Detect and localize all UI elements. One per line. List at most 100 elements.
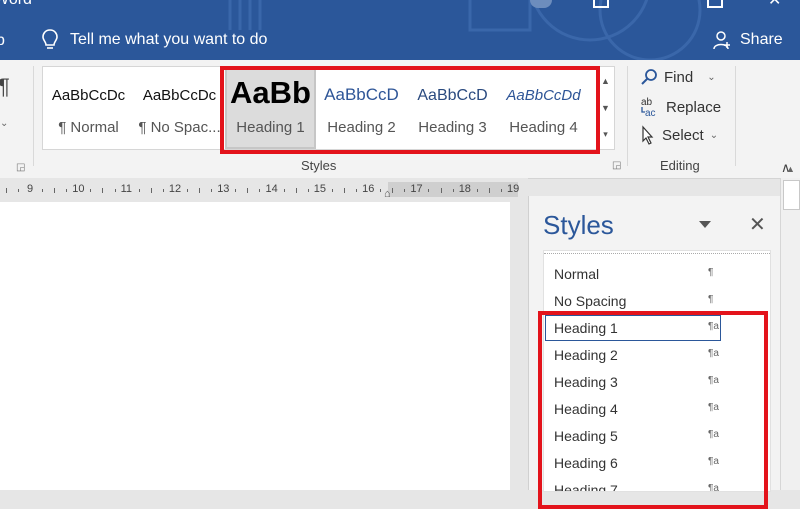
find-label: Find — [664, 68, 694, 86]
ruler-tick — [452, 189, 454, 192]
scroll-up-icon[interactable]: ▲ — [786, 164, 795, 174]
chevron-down-icon: ⌄ — [707, 71, 716, 83]
cursor-arrow-icon — [642, 125, 654, 145]
close-window-icon[interactable]: ✕ — [768, 0, 781, 10]
editing-group-label: Editing — [660, 158, 700, 173]
select-label: Select — [662, 126, 704, 144]
ruler-tick — [42, 189, 44, 192]
ruler-number: 13 — [217, 183, 230, 195]
ruler-tick — [356, 189, 358, 192]
styles-group-label: Styles — [301, 158, 337, 173]
group-divider — [627, 66, 628, 166]
find-button[interactable]: Find ⌄ — [640, 68, 716, 86]
ruler-tick — [428, 189, 430, 192]
share-label: Share — [740, 31, 783, 48]
app-title: Word — [0, 0, 32, 9]
paragraph-dialog-launcher-icon[interactable]: ◲ — [16, 162, 25, 173]
ruler-number: 9 — [27, 183, 34, 195]
show-hide-marks-button[interactable]: ¶ — [0, 74, 10, 100]
replace-button[interactable]: ab ac Replace — [640, 96, 721, 118]
ruler-tick — [162, 189, 164, 192]
style-list-label: No Spacing — [554, 293, 627, 309]
ruler-tick — [54, 188, 56, 193]
tell-me-box[interactable]: Tell me what you want to do — [42, 28, 267, 52]
close-icon[interactable]: ✕ — [749, 212, 766, 237]
highlight-box-gallery — [220, 66, 600, 154]
lightbulb-icon — [42, 29, 58, 49]
ruler-tick — [392, 188, 394, 193]
ruler-tick — [5, 188, 7, 193]
chevron-down-icon[interactable]: ⌄ — [0, 118, 8, 129]
ruler-tick — [199, 188, 201, 193]
select-button[interactable]: Select ⌄ — [640, 125, 718, 145]
ruler-tick — [186, 189, 188, 192]
group-divider — [735, 66, 736, 166]
style-preview: AaBbCcDc — [51, 87, 126, 104]
ruler-tick — [380, 189, 382, 192]
scrollbar-thumb[interactable] — [783, 180, 800, 210]
window-options-icon[interactable] — [707, 0, 723, 8]
style-list-label: Normal — [554, 266, 600, 282]
list-partial-row — [544, 251, 770, 254]
styles-dialog-launcher-icon[interactable]: ◲ — [612, 160, 621, 171]
pane-options-icon[interactable] — [699, 221, 711, 229]
chevron-down-icon: ⌄ — [709, 129, 719, 141]
ruler-tick — [343, 188, 345, 193]
tell-me-text: Tell me what you want to do — [70, 31, 268, 48]
ruler-tick — [90, 189, 92, 192]
ruler-tick — [440, 188, 442, 193]
restore-icon[interactable] — [593, 0, 609, 8]
ruler-number: 17 — [410, 183, 423, 195]
group-divider — [33, 66, 34, 166]
paragraph-style-icon: ¶ — [708, 267, 714, 278]
ruler-number: 10 — [72, 183, 85, 195]
ruler-tick — [114, 189, 116, 192]
ruler-tick — [307, 189, 309, 192]
ruler-number: 12 — [168, 183, 182, 195]
ruler-tick — [283, 189, 285, 192]
ruler-tick — [138, 189, 140, 192]
ruler-number: 14 — [265, 183, 278, 195]
ruler-tick — [235, 189, 237, 192]
style-preview: AaBbCcDc — [142, 87, 217, 104]
ruler-tick — [211, 189, 213, 192]
ruler-tick — [295, 188, 297, 193]
share-button[interactable]: Share — [712, 30, 783, 50]
ruler-number: 15 — [313, 183, 327, 195]
menu-tab-help[interactable]: p — [0, 32, 5, 50]
style-name: ¶ No Spac... — [138, 119, 221, 136]
styles-pane-title: Styles — [543, 210, 614, 240]
document-page[interactable] — [0, 202, 510, 490]
ruler-tick — [66, 189, 68, 192]
ruler-tick — [476, 189, 478, 192]
ruler-number: 18 — [458, 183, 471, 195]
search-icon — [641, 69, 657, 85]
ruler-number: 19 — [507, 183, 520, 195]
paragraph-style-icon: ¶ — [708, 294, 714, 305]
person-icon — [713, 31, 730, 50]
ruler-tick — [259, 189, 261, 192]
style-tile-no-spacing[interactable]: AaBbCcDc ¶ No Spac... — [134, 67, 225, 149]
ruler-tick — [331, 189, 333, 192]
style-list-item-normal[interactable]: Normal ¶ — [544, 261, 770, 287]
ruler-tick — [150, 188, 152, 193]
svg-text:ac: ac — [645, 108, 656, 118]
ruler-number: 16 — [362, 183, 375, 195]
replace-icon: ab ac — [641, 97, 656, 118]
ruler-tick — [500, 189, 502, 192]
title-bar: Word p ✕ Tell me what you want to do Sha… — [0, 0, 800, 60]
svg-text:ab: ab — [641, 97, 653, 108]
ruler-tick — [247, 188, 249, 193]
ruler-number: 11 — [120, 183, 133, 195]
ruler-tick — [404, 189, 406, 192]
ruler-tick — [102, 188, 104, 193]
ruler-tick — [17, 189, 19, 192]
ruler-tick — [488, 188, 490, 193]
highlight-box-styles-list — [538, 311, 768, 509]
horizontal-ruler[interactable]: 9 10 11 12 13 14 15 16 17 18 19 ⌂ — [0, 178, 528, 202]
style-name: ¶ Normal — [58, 119, 119, 136]
indent-marker-icon[interactable]: ⌂ — [384, 188, 391, 200]
replace-label: Replace — [666, 98, 722, 116]
vertical-scrollbar[interactable]: ▲ — [780, 164, 800, 490]
style-tile-normal[interactable]: AaBbCcDc ¶ Normal — [43, 67, 134, 149]
